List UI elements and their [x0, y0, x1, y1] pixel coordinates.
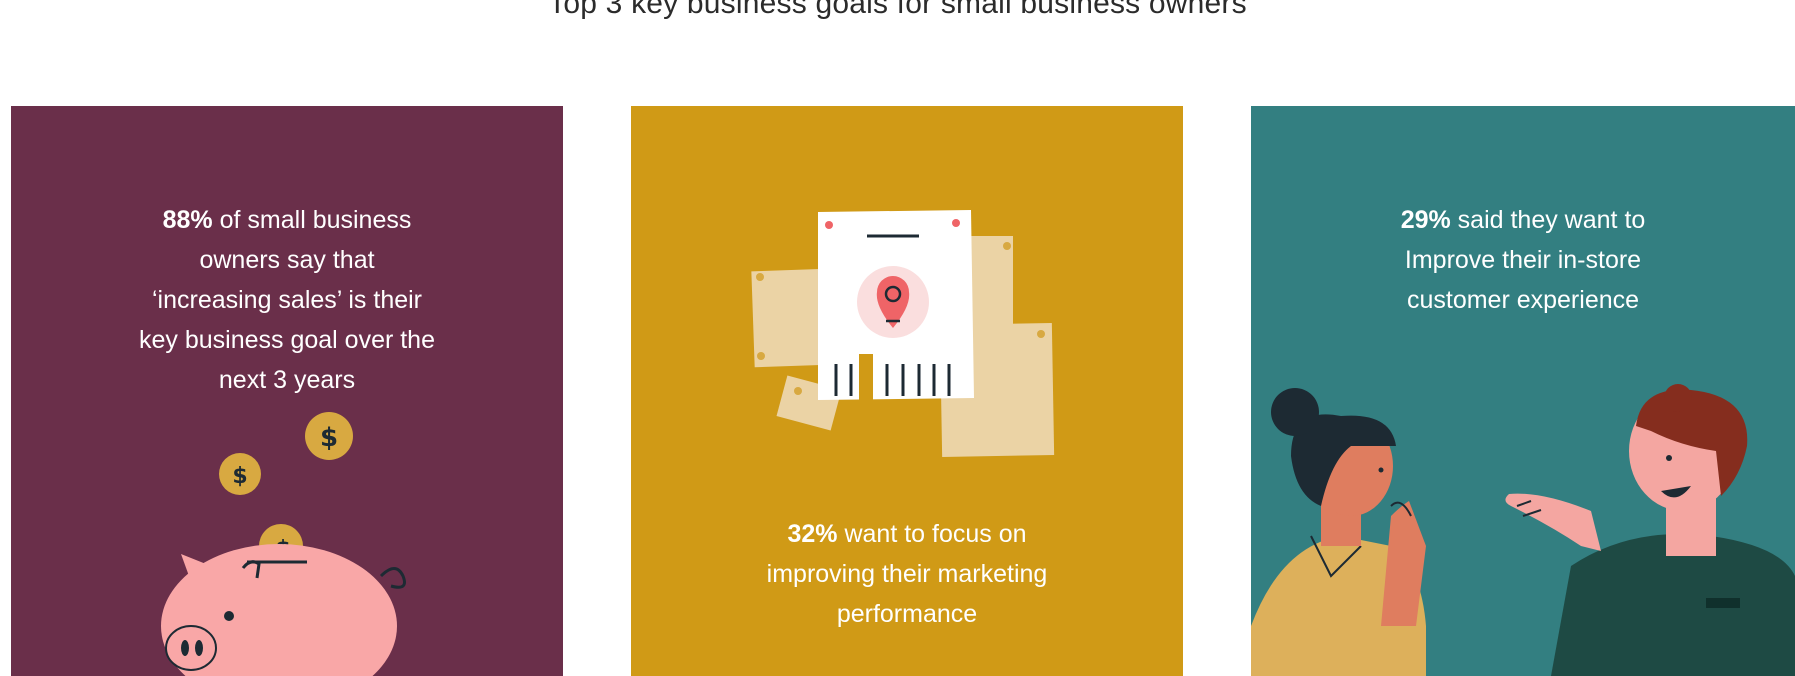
goal-card-marketing: 32% want to focus on improving their mar… [631, 106, 1183, 676]
woman-icon [1251, 388, 1426, 676]
coin-icon: $ [219, 453, 261, 495]
stat-percentage: 32% [787, 520, 838, 548]
man-icon [1505, 384, 1795, 676]
card-stat-text: 32% want to focus on improving their mar… [631, 514, 1183, 634]
goal-card-increasing-sales: 88% of small business owners say that ‘i… [11, 106, 563, 676]
svg-text:$: $ [232, 464, 247, 489]
piggy-bank-icon: $ $ $ [161, 412, 406, 676]
page-title: Top 3 key business goals for small busin… [548, 0, 1247, 20]
coin-icon: $ [305, 412, 353, 460]
svg-text:$: $ [320, 423, 338, 453]
goal-card-in-store-experience: 29% said they want to Improve their in-s… [1251, 106, 1795, 676]
people-talking-icon [1251, 384, 1795, 676]
